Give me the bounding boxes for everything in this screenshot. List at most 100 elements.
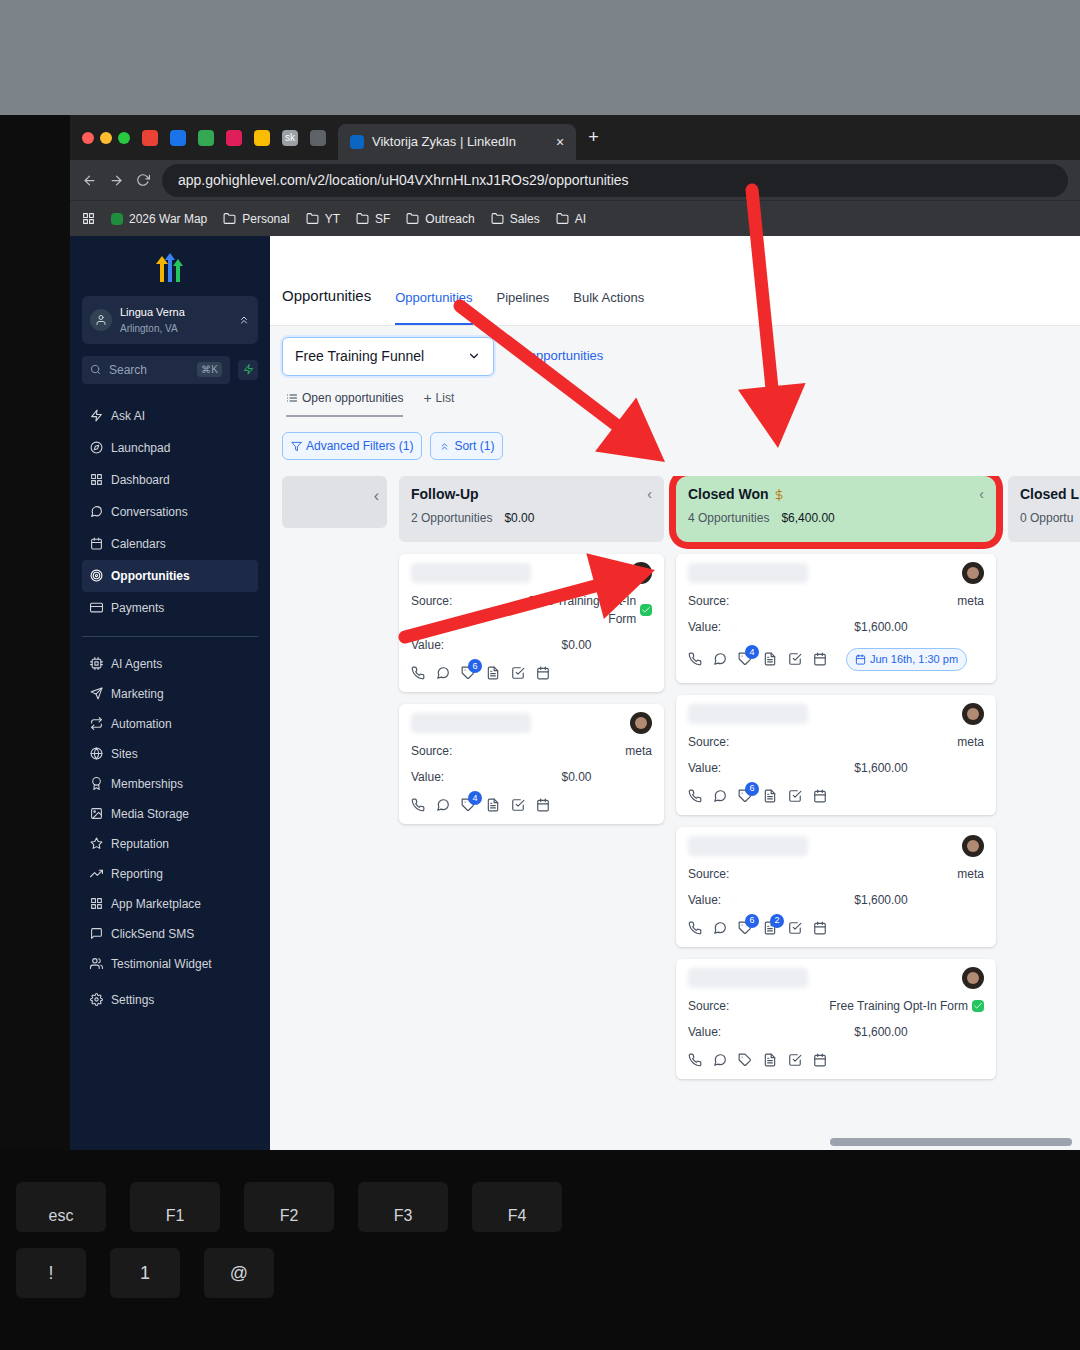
sidebar-item[interactable]: Conversations — [82, 496, 258, 528]
card-action-icon[interactable] — [763, 652, 777, 666]
keyboard-key[interactable]: esc — [16, 1182, 106, 1232]
card-action-icon[interactable] — [511, 666, 525, 680]
card-action-icon[interactable] — [536, 798, 550, 812]
card-action-icon[interactable] — [511, 798, 525, 812]
reload-icon[interactable] — [136, 173, 150, 187]
sidebar-item[interactable]: Automation — [82, 709, 258, 739]
keyboard-key[interactable]: F2 — [244, 1182, 334, 1232]
card-action-icon[interactable] — [788, 1053, 802, 1067]
collapse-toggle[interactable]: ‹ — [647, 484, 652, 534]
quick-action-icon[interactable] — [238, 360, 258, 380]
filter-button[interactable]: Sort (1) — [430, 432, 503, 460]
card-action-icon[interactable] — [688, 921, 702, 935]
account-switcher[interactable]: Lingua VernaArlington, VA — [82, 296, 258, 344]
card-action-icon[interactable] — [486, 798, 500, 812]
sidebar-item[interactable]: ClickSend SMS — [82, 919, 258, 949]
close-window-icon[interactable] — [82, 132, 94, 144]
opportunity-card[interactable]: Source:metaValue:$0.004 — [399, 704, 664, 824]
keyboard-key[interactable]: @ — [204, 1248, 274, 1298]
card-action-icon[interactable] — [688, 789, 702, 803]
card-action-icon[interactable] — [536, 666, 550, 680]
card-action-icon[interactable] — [788, 652, 802, 666]
tab-favicon[interactable] — [198, 130, 214, 146]
card-action-icon[interactable] — [688, 652, 702, 666]
column-header[interactable]: Closed L0 Opportu — [1008, 476, 1080, 542]
page-tab[interactable]: Opportunities — [395, 288, 472, 326]
sidebar-item[interactable]: Launchpad — [82, 432, 258, 464]
view-tab[interactable]: +List — [423, 388, 454, 419]
page-tab[interactable]: Bulk Actions — [573, 288, 644, 326]
opportunity-card[interactable]: Source:metaValue:$1,600.006 — [676, 695, 996, 815]
sidebar-item[interactable]: Testimonial Widget — [82, 949, 258, 979]
card-action-icon[interactable] — [713, 921, 727, 935]
bookmark[interactable]: Outreach — [406, 210, 474, 228]
back-icon[interactable] — [82, 173, 97, 188]
apps-icon[interactable] — [82, 212, 95, 225]
sidebar-item[interactable]: Settings — [82, 983, 258, 1017]
card-action-icon[interactable]: 6 — [738, 921, 752, 935]
keyboard-key[interactable]: F3 — [358, 1182, 448, 1232]
card-action-icon[interactable]: 4 — [461, 798, 475, 812]
bookmark[interactable]: Sales — [491, 210, 540, 228]
card-action-icon[interactable] — [813, 652, 827, 666]
bookmark[interactable]: Personal — [223, 210, 289, 228]
card-action-icon[interactable]: 6 — [738, 789, 752, 803]
card-action-icon[interactable] — [713, 652, 727, 666]
card-action-icon[interactable] — [788, 921, 802, 935]
keyboard-key[interactable]: F1 — [130, 1182, 220, 1232]
address-bar[interactable]: app.gohighlevel.com/v2/location/uH04VXhr… — [162, 164, 1068, 197]
card-action-icon[interactable] — [411, 798, 425, 812]
sidebar-item[interactable]: Opportunities — [82, 560, 258, 592]
tab-favicon[interactable]: sk — [282, 130, 298, 146]
card-action-icon[interactable] — [813, 789, 827, 803]
pipeline-dropdown[interactable]: Free Training Funnel — [282, 337, 494, 376]
zoom-window-icon[interactable] — [118, 132, 130, 144]
opportunity-card[interactable]: Source:metaValue:$1,600.004Jun 16th, 1:3… — [676, 554, 996, 683]
sidebar-item[interactable]: Memberships — [82, 769, 258, 799]
sidebar-item[interactable]: Dashboard — [82, 464, 258, 496]
sidebar-item[interactable]: App Marketplace — [82, 889, 258, 919]
opportunity-card[interactable]: Source:Free Training Opt-In FormValue:$1… — [676, 959, 996, 1079]
collapse-toggle[interactable]: ‹ — [979, 484, 984, 534]
collapsed-column[interactable]: ‹ — [282, 476, 387, 528]
card-action-icon[interactable] — [436, 666, 450, 680]
opportunity-card[interactable]: Source:Free Training Opt-In FormValue:$0… — [399, 554, 664, 692]
browser-tab[interactable]: Viktorija Zykas | LinkedIn× — [338, 124, 576, 160]
minimize-window-icon[interactable] — [100, 132, 112, 144]
tab-favicon[interactable] — [254, 130, 270, 146]
column-header[interactable]: Follow-Up2 Opportunities$0.00‹ — [399, 476, 664, 542]
sidebar-item[interactable]: Payments — [82, 592, 258, 624]
sidebar-item[interactable]: AI Agents — [82, 649, 258, 679]
column-header[interactable]: Closed Won4 Opportunities$6,400.00‹ — [676, 476, 996, 542]
card-action-icon[interactable]: 4 — [738, 652, 752, 666]
sidebar-item[interactable]: Ask AI — [82, 400, 258, 432]
tab-close[interactable]: × — [556, 132, 564, 153]
opportunity-card[interactable]: Source:metaValue:$1,600.0062 — [676, 827, 996, 947]
sidebar-item[interactable]: Calendars — [82, 528, 258, 560]
card-action-icon[interactable] — [411, 666, 425, 680]
card-action-icon[interactable] — [813, 921, 827, 935]
bookmark[interactable]: 2026 War Map — [111, 210, 207, 228]
view-tab[interactable]: Open opportunities — [286, 389, 403, 417]
tab-favicon[interactable] — [142, 130, 158, 146]
bookmark[interactable]: SF — [356, 210, 390, 228]
keyboard-key[interactable]: ! — [16, 1248, 86, 1298]
card-action-icon[interactable] — [486, 666, 500, 680]
sidebar-item[interactable]: Media Storage — [82, 799, 258, 829]
appointment-pill[interactable]: Jun 16th, 1:30 pm — [846, 648, 967, 671]
new-tab-button[interactable]: + — [588, 124, 599, 151]
card-action-icon[interactable] — [436, 798, 450, 812]
sidebar-item[interactable]: Reputation — [82, 829, 258, 859]
sidebar-item[interactable]: Marketing — [82, 679, 258, 709]
keyboard-key[interactable]: F4 — [472, 1182, 562, 1232]
sidebar-item[interactable]: Reporting — [82, 859, 258, 889]
card-action-icon[interactable]: 6 — [461, 666, 475, 680]
horizontal-scrollbar[interactable] — [830, 1138, 1072, 1146]
card-action-icon[interactable] — [763, 789, 777, 803]
bookmark[interactable]: AI — [556, 210, 586, 228]
card-action-icon[interactable] — [738, 1053, 752, 1067]
card-action-icon[interactable] — [713, 789, 727, 803]
tab-favicon[interactable] — [226, 130, 242, 146]
card-action-icon[interactable] — [788, 789, 802, 803]
collapse-toggle[interactable]: ‹ — [374, 484, 379, 520]
